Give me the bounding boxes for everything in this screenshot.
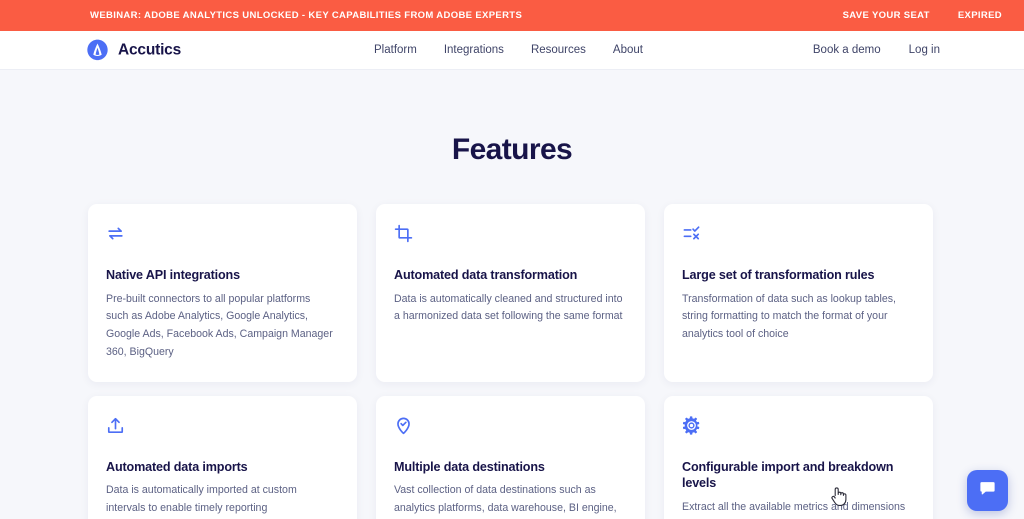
feature-card-description: Extract all the available metrics and di… [682, 501, 906, 519]
log-in-link[interactable]: Log in [909, 44, 940, 56]
feature-card-configurable-import-and-breakdown-levels[interactable]: Configurable import and breakdown levels… [664, 395, 933, 519]
feature-card-title: Configurable import and breakdown levels [682, 459, 894, 491]
feature-card-description: Data is automatically imported at custom… [106, 484, 297, 515]
feature-card-description: Pre-built connectors to all popular plat… [106, 292, 333, 358]
transfer-arrows-icon [106, 224, 335, 250]
features-section: Features Native API integrations Pre-bui… [0, 70, 1024, 519]
map-pin-check-icon [394, 416, 623, 442]
feature-card-native-api-integrations[interactable]: Native API integrations Pre-built connec… [88, 204, 357, 382]
header-actions: Book a demo Log in [813, 44, 940, 56]
chat-bubble-icon [978, 479, 997, 503]
feature-card-description: Transformation of data such as lookup ta… [682, 292, 896, 341]
banner-actions: SAVE YOUR SEAT EXPIRED [843, 10, 1002, 21]
save-your-seat-link[interactable]: SAVE YOUR SEAT [843, 10, 930, 21]
brand-logo-link[interactable]: Accutics [86, 39, 181, 62]
chat-widget-button[interactable] [967, 470, 1008, 511]
feature-card-title: Large set of transformation rules [682, 268, 875, 282]
checklist-rules-icon [682, 224, 911, 250]
feature-card-title: Automated data imports [106, 459, 248, 474]
banner-status-badge: EXPIRED [957, 10, 1002, 21]
accutics-logo-icon [86, 39, 109, 62]
feature-card-automated-data-transformation[interactable]: Automated data transformation Data is au… [376, 204, 645, 382]
feature-card-title: Multiple data destinations [394, 459, 545, 474]
book-a-demo-link[interactable]: Book a demo [813, 44, 881, 56]
feature-card-title: Automated data transformation [394, 268, 578, 282]
primary-nav: Platform Integrations Resources About [374, 44, 643, 56]
nav-item-about[interactable]: About [613, 44, 643, 56]
feature-card-large-set-of-transformation-rules[interactable]: Large set of transformation rules Transf… [664, 204, 933, 382]
announcement-banner: WEBINAR: ADOBE ANALYTICS UNLOCKED - KEY … [0, 0, 1024, 31]
feature-card-automated-data-imports[interactable]: Automated data imports Data is automatic… [88, 395, 357, 519]
feature-card-title: Native API integrations [106, 268, 240, 282]
brand-name: Accutics [118, 41, 182, 58]
crop-icon [394, 224, 623, 250]
feature-cards-grid: Native API integrations Pre-built connec… [88, 204, 933, 519]
nav-item-resources[interactable]: Resources [531, 44, 586, 56]
feature-card-multiple-data-destinations[interactable]: Multiple data destinations Vast collecti… [376, 395, 645, 519]
banner-message: WEBINAR: ADOBE ANALYTICS UNLOCKED - KEY … [90, 10, 523, 21]
feature-card-description: Data is automatically cleaned and struct… [394, 292, 623, 323]
feature-card-description: Vast collection of data destinations suc… [394, 484, 617, 515]
upload-icon [106, 416, 335, 442]
nav-item-integrations[interactable]: Integrations [444, 44, 504, 56]
gear-icon [682, 416, 911, 442]
site-header: Accutics Platform Integrations Resources… [0, 31, 1024, 70]
nav-item-platform[interactable]: Platform [374, 44, 417, 56]
page-title: Features [451, 133, 573, 166]
